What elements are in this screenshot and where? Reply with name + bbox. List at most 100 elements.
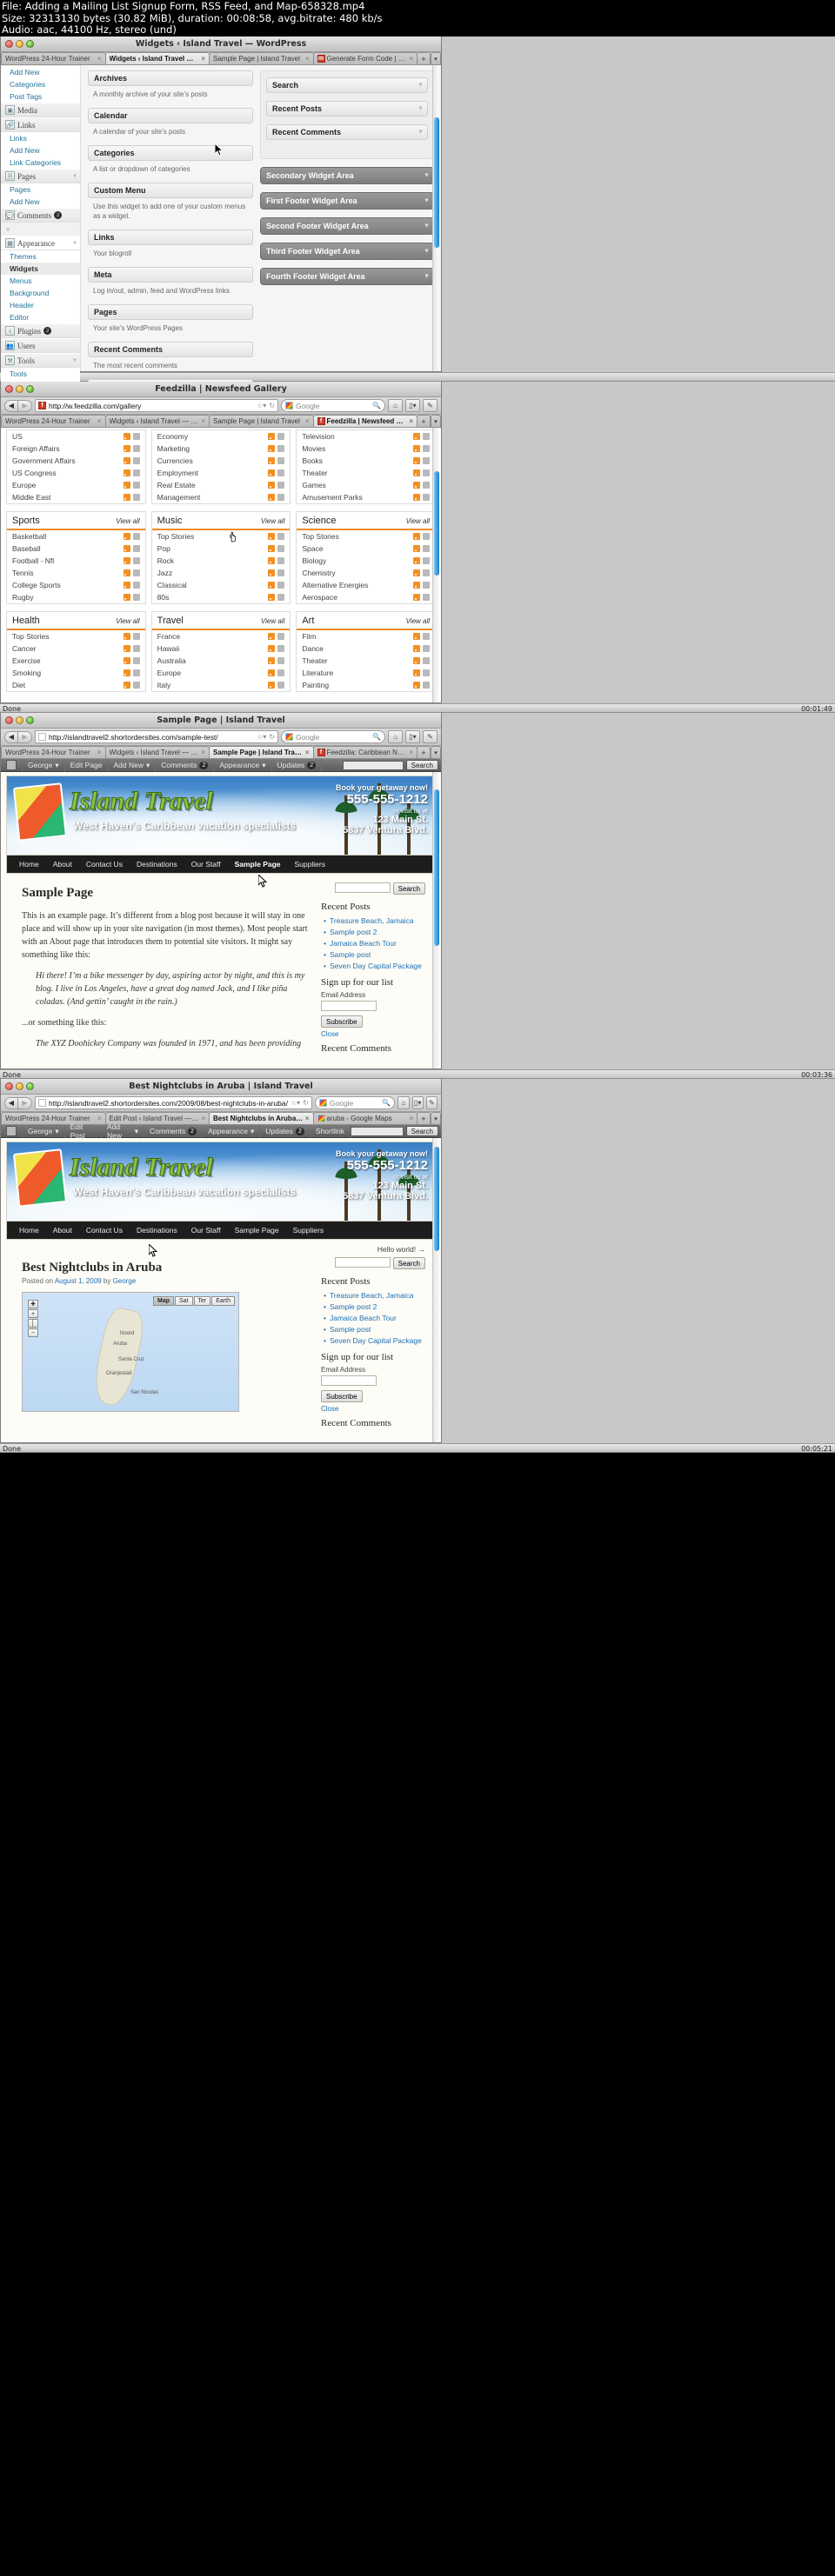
nav-our-staff[interactable]: Our Staff [184, 1221, 228, 1239]
tab-widgets-island-travel[interactable]: Widgets ‹ Island Travel — Wor... × [104, 415, 210, 427]
gear-icon[interactable] [277, 445, 285, 452]
rss-icon[interactable] [268, 433, 276, 440]
chevron-down-icon[interactable]: ▼ [418, 83, 424, 89]
admin-bar-search-input[interactable] [342, 760, 404, 770]
back-button[interactable]: ◀ [4, 399, 18, 412]
rss-icon[interactable] [268, 645, 276, 652]
scrollbar-thumb[interactable] [434, 1147, 439, 1251]
rss-icon[interactable] [413, 657, 421, 664]
rss-icon[interactable] [413, 533, 421, 540]
close-tab-icon[interactable]: × [201, 749, 205, 756]
rss-icon[interactable] [123, 557, 130, 564]
rss-icon[interactable] [123, 594, 130, 601]
widget-area-third-footer[interactable]: Third Footer Widget Area ▼ [260, 243, 434, 260]
chevron-down-icon[interactable]: ▼ [72, 241, 77, 246]
list-item[interactable]: Australia [152, 655, 291, 667]
sidebar-item-post-tags[interactable]: Post Tags [1, 90, 80, 103]
page-scrollbar-2[interactable] [432, 428, 439, 702]
close-window-button[interactable] [5, 385, 13, 393]
nav-about[interactable]: About [46, 855, 79, 873]
list-item[interactable]: Sample post [324, 1324, 425, 1335]
list-item[interactable]: Top Stories [297, 530, 435, 542]
rss-icon[interactable] [268, 533, 276, 540]
search-input[interactable] [334, 1257, 391, 1268]
close-link[interactable]: Close [321, 1030, 425, 1038]
close-tab-icon[interactable]: × [201, 417, 205, 425]
admin-bar-logo[interactable] [1, 1124, 23, 1138]
minimize-window-button[interactable] [16, 716, 23, 724]
gear-icon[interactable] [132, 582, 140, 589]
page-scrollbar-1[interactable] [432, 65, 439, 371]
list-item[interactable]: Middle East [7, 491, 145, 503]
nav-about[interactable]: About [46, 1221, 79, 1239]
admin-bar-user-george[interactable]: George ▾ [23, 758, 65, 772]
rss-icon[interactable] [413, 582, 421, 589]
gear-icon[interactable] [277, 545, 285, 552]
chevron-down-icon[interactable]: ▼ [424, 274, 430, 280]
nav-suppliers[interactable]: Suppliers [286, 1221, 331, 1239]
rss-icon[interactable] [268, 445, 276, 452]
home-button[interactable]: ⌂ [388, 399, 403, 412]
list-item[interactable]: Classical [152, 579, 291, 591]
list-item[interactable]: Games [297, 479, 435, 491]
sidebar-item-users[interactable]: 👥 Users [1, 338, 80, 353]
new-tab-button[interactable]: + [417, 746, 431, 758]
gear-icon[interactable] [132, 433, 140, 440]
gear-icon[interactable] [132, 545, 140, 552]
rss-icon[interactable] [268, 557, 276, 564]
list-item[interactable]: Movies [297, 443, 435, 455]
list-item[interactable]: Top Stories [152, 530, 291, 542]
zoom-in-button[interactable]: + [28, 1309, 38, 1318]
tab-sample-page[interactable]: Sample Page | Island Travel × [209, 746, 314, 758]
reload-icon[interactable]: ↻ [269, 402, 275, 409]
close-tab-icon[interactable]: × [305, 1115, 310, 1122]
map-type-sat[interactable]: Sat [175, 1296, 193, 1306]
bookmarks-button[interactable]: ▯▾ [405, 730, 420, 743]
nav-buttons-3[interactable]: ◀ ▶ [4, 730, 32, 743]
bookmark-star-icon[interactable]: ☆▾ [291, 1099, 300, 1107]
chevron-down-icon[interactable]: ▼ [72, 358, 77, 363]
admin-bar-comments[interactable]: Comments 2 [156, 758, 215, 772]
rss-icon[interactable] [268, 633, 276, 640]
widget-pages[interactable]: Pages [88, 304, 253, 320]
widget-recent-comments[interactable]: Recent Comments [88, 342, 253, 357]
search-input[interactable] [334, 882, 391, 893]
list-item[interactable]: Film [297, 630, 435, 642]
minimize-window-button[interactable] [16, 385, 23, 393]
gear-icon[interactable] [132, 445, 140, 452]
rss-icon[interactable] [123, 445, 130, 452]
widget-calendar[interactable]: Calendar [88, 108, 253, 123]
close-tab-icon[interactable]: × [409, 417, 413, 425]
sidebar-item-links-add-new[interactable]: Add New [1, 144, 80, 156]
rss-icon[interactable] [268, 582, 276, 589]
zoom-out-button[interactable]: − [28, 1328, 38, 1337]
list-item[interactable]: Dance [297, 642, 435, 655]
tab-feedzilla-caribbean-news[interactable]: f Feedzilla: Caribbean News × [312, 746, 418, 758]
chevron-down-icon[interactable]: ▼ [418, 130, 424, 136]
gear-icon[interactable] [423, 533, 431, 540]
gear-icon[interactable] [423, 433, 431, 440]
gear-icon[interactable] [132, 557, 140, 564]
sidebar-item-widgets[interactable]: Widgets [1, 263, 80, 275]
reload-icon[interactable]: ↻ [269, 733, 275, 741]
list-item[interactable]: Treasure Beach, Jamaica [324, 1290, 425, 1301]
map-pan-icon[interactable]: ✚ [28, 1300, 38, 1308]
chevron-down-icon[interactable]: ▼ [72, 174, 77, 179]
gear-icon[interactable] [423, 682, 431, 689]
google-map-embed[interactable]: Map Sat Ter Earth ✚ + │ − Aruba Oranjest… [22, 1292, 239, 1412]
new-tab-button[interactable]: + [417, 52, 431, 64]
widget-area-secondary[interactable]: Secondary Widget Area ▼ [260, 167, 434, 184]
gear-icon[interactable] [277, 582, 285, 589]
list-item[interactable]: Jazz [152, 567, 291, 579]
tab-widgets-island-travel[interactable]: Widgets ‹ Island Travel — Wor... × [104, 746, 210, 758]
chevron-down-icon[interactable]: ▼ [424, 173, 430, 179]
list-item[interactable]: Employment [152, 467, 291, 479]
map-type-ter[interactable]: Ter [193, 1296, 211, 1306]
widget-area-first-footer[interactable]: First Footer Widget Area ▼ [260, 192, 434, 210]
nav-suppliers[interactable]: Suppliers [288, 855, 332, 873]
admin-bar-user-george[interactable]: George ▾ [23, 1124, 65, 1138]
list-item[interactable]: Rugby [7, 591, 145, 603]
email-field[interactable] [321, 1375, 377, 1386]
list-item[interactable]: Amusement Parks [297, 491, 435, 503]
gear-icon[interactable] [423, 645, 431, 652]
